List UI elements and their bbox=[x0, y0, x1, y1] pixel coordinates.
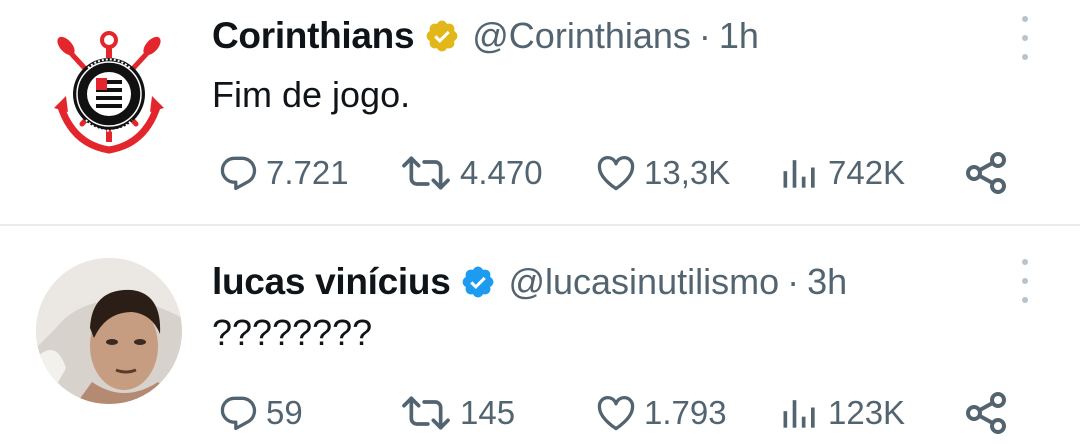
tweet[interactable]: lucas vinícius @lucasinutilismo · 3h ???… bbox=[0, 226, 1080, 444]
gold-verified-badge-icon[interactable] bbox=[424, 18, 460, 54]
reply-count: 59 bbox=[266, 394, 303, 431]
like-button[interactable]: 13,3K bbox=[594, 148, 730, 198]
tweet-text: Fim de jogo. bbox=[212, 74, 411, 115]
separator-dot: · bbox=[787, 261, 800, 302]
heart-icon bbox=[597, 395, 635, 431]
separator-dot: · bbox=[698, 15, 711, 56]
retweet-icon bbox=[402, 156, 450, 190]
reply-count: 7.721 bbox=[266, 154, 349, 191]
retweet-count: 4.470 bbox=[460, 154, 543, 191]
share-button[interactable] bbox=[962, 388, 1010, 438]
avatar[interactable] bbox=[36, 12, 182, 158]
display-name[interactable]: lucas vinícius bbox=[212, 261, 451, 303]
like-count: 13,3K bbox=[644, 154, 731, 191]
timestamp[interactable]: 3h bbox=[807, 261, 847, 303]
views-icon bbox=[783, 160, 815, 188]
more-options-icon[interactable] bbox=[1013, 259, 1037, 303]
views-button[interactable]: 123K bbox=[778, 388, 905, 438]
share-button[interactable] bbox=[962, 148, 1010, 198]
tweet[interactable]: Corinthians @Corinthians · 1h Fim de jog… bbox=[0, 0, 1080, 224]
reply-icon bbox=[220, 396, 257, 431]
share-icon bbox=[966, 392, 1006, 434]
like-count: 1.793 bbox=[644, 394, 727, 431]
blue-verified-badge-icon[interactable] bbox=[460, 264, 496, 300]
action-bar: 7.721 4.470 13,3K 742K bbox=[0, 148, 1080, 198]
user-handle[interactable]: @lucasinutilismo bbox=[508, 261, 779, 303]
reply-icon bbox=[220, 156, 257, 191]
display-name[interactable]: Corinthians bbox=[212, 15, 415, 57]
avatar[interactable] bbox=[36, 258, 182, 404]
views-count: 123K bbox=[828, 394, 906, 431]
share-icon bbox=[966, 152, 1006, 194]
retweet-icon bbox=[402, 396, 450, 430]
retweet-count: 145 bbox=[460, 394, 516, 431]
profile-photo-icon bbox=[36, 258, 182, 404]
more-options-icon[interactable] bbox=[1013, 16, 1037, 60]
views-icon bbox=[783, 400, 815, 428]
heart-icon bbox=[597, 155, 635, 191]
tweet-header: lucas vinícius @lucasinutilismo · 3h bbox=[212, 258, 847, 306]
reply-button[interactable]: 59 bbox=[216, 388, 303, 438]
retweet-button[interactable]: 145 bbox=[398, 388, 515, 438]
tweet-header: Corinthians @Corinthians · 1h bbox=[212, 12, 759, 60]
views-button[interactable]: 742K bbox=[778, 148, 905, 198]
like-button[interactable]: 1.793 bbox=[594, 388, 727, 438]
tweet-text: ???????? bbox=[212, 312, 373, 353]
user-handle[interactable]: @Corinthians bbox=[472, 15, 691, 57]
retweet-button[interactable]: 4.470 bbox=[398, 148, 543, 198]
timestamp[interactable]: 1h bbox=[719, 15, 759, 57]
views-count: 742K bbox=[828, 154, 906, 191]
corinthians-crest-icon bbox=[36, 12, 182, 158]
action-bar: 59 145 1.793 123K bbox=[0, 388, 1080, 438]
reply-button[interactable]: 7.721 bbox=[216, 148, 349, 198]
